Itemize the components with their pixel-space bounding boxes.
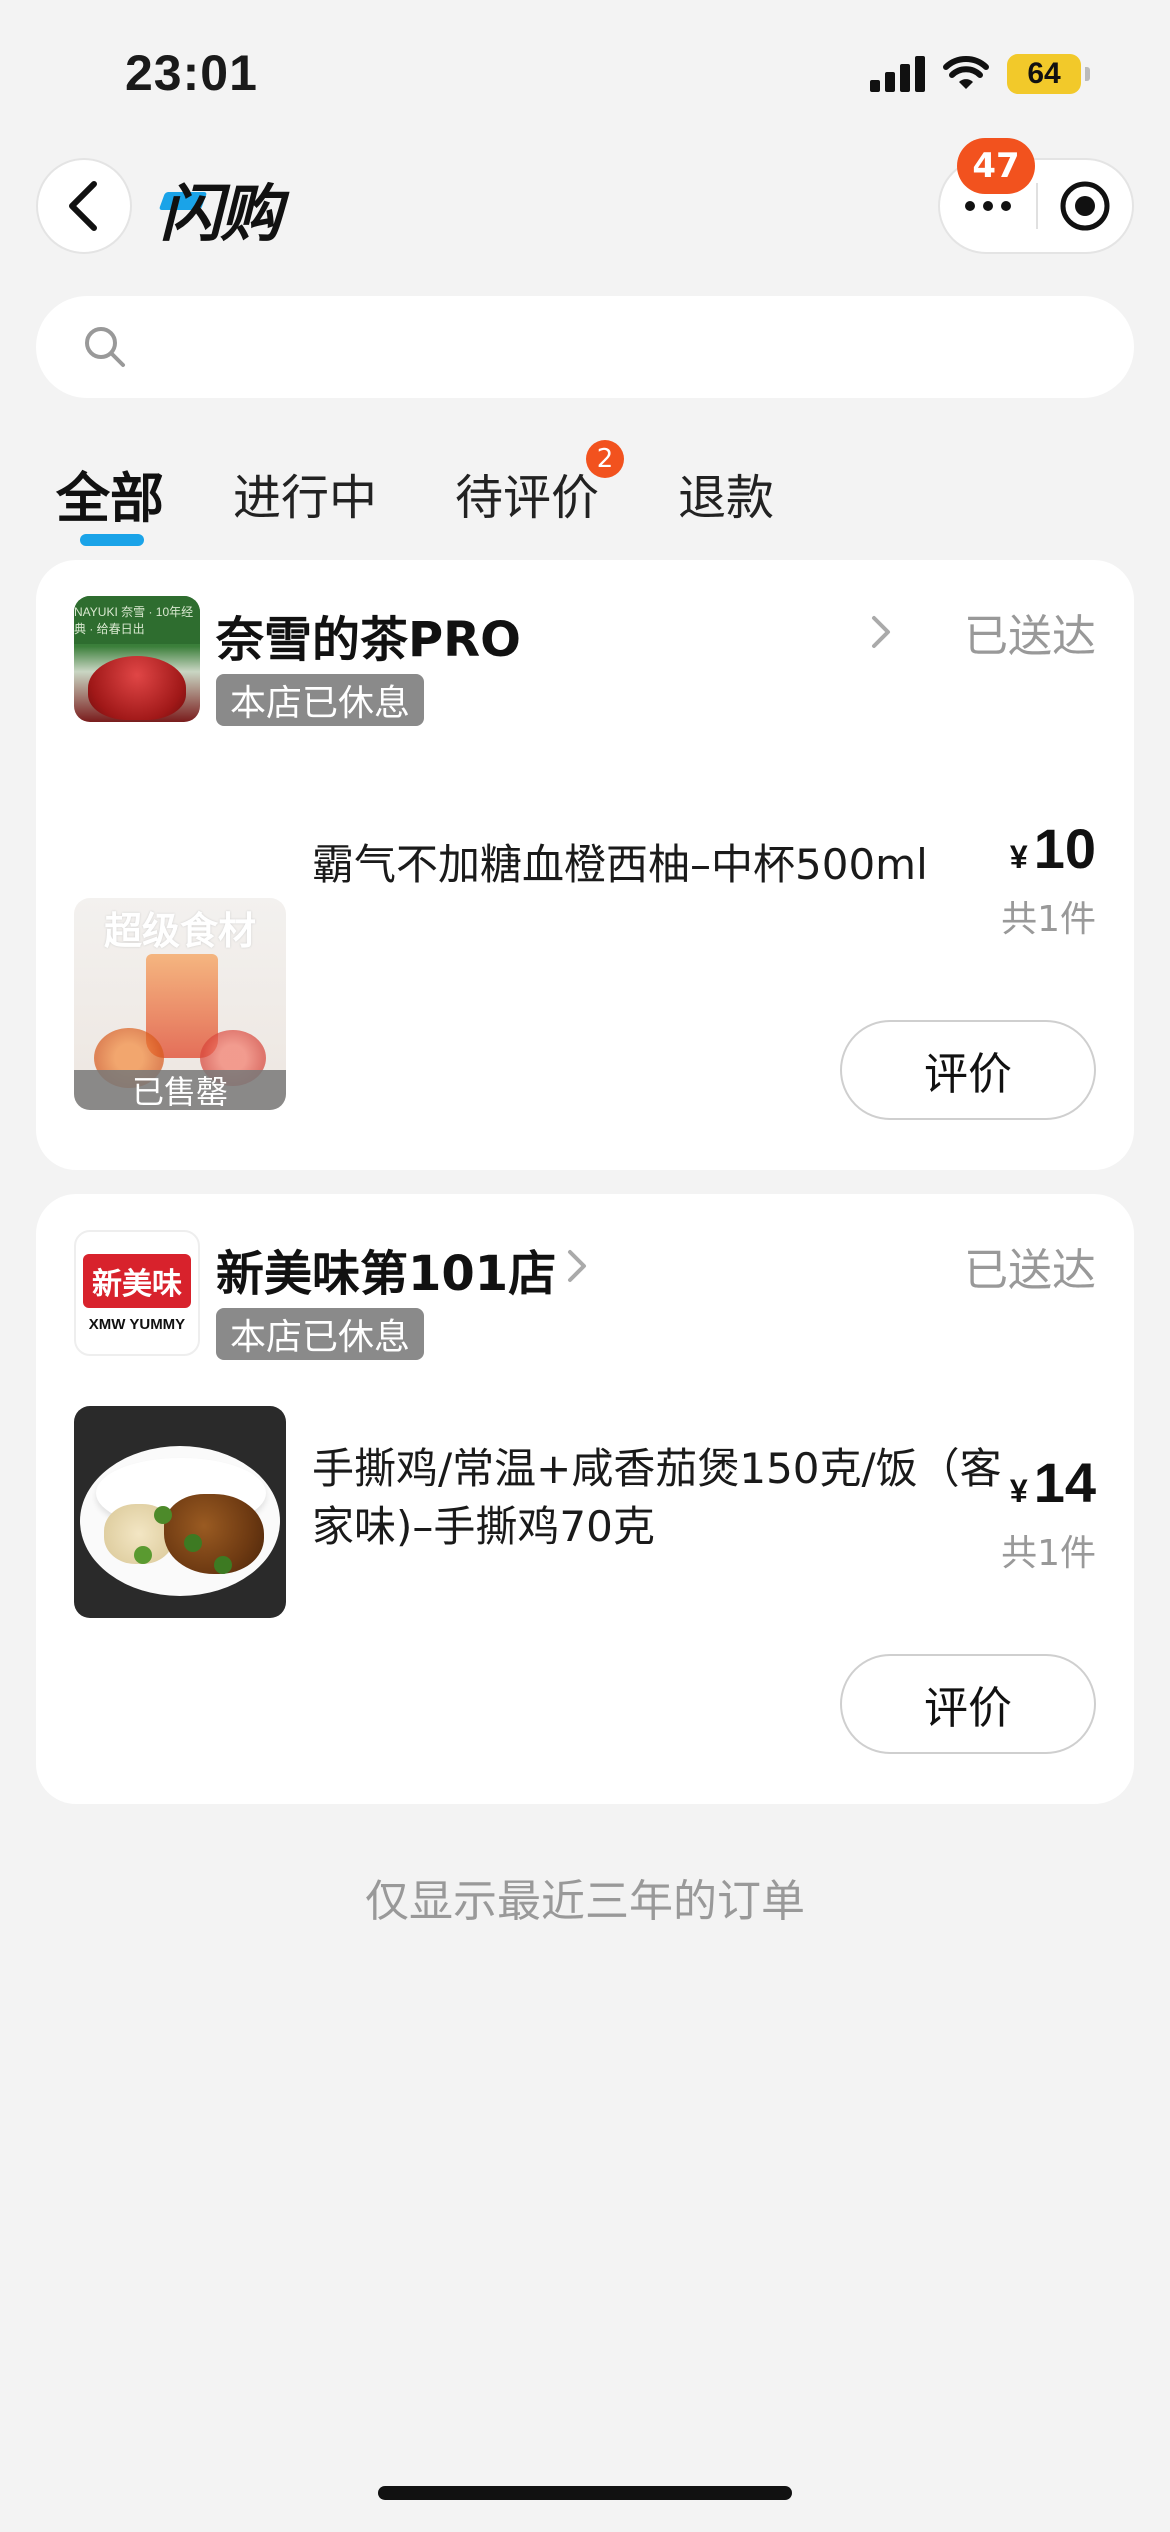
order-status: 已送达 (964, 1245, 1096, 1296)
footer-note: 仅显示最近三年的订单 (365, 1876, 805, 1927)
tab-in-progress[interactable]: 进行中 (233, 458, 377, 528)
price-value: 10 (1033, 817, 1096, 880)
chevron-left-icon (69, 181, 97, 231)
product-name[interactable]: 霸气不加糖血橙西柚–中杯500ml (312, 836, 1012, 894)
tab-all[interactable]: 全部 (56, 454, 164, 533)
item-count: 共1件 (1001, 899, 1096, 940)
order-price: ¥14 (1010, 1450, 1096, 1515)
status-icons: 64 (870, 54, 1090, 94)
notification-badge: 47 (957, 138, 1035, 194)
order-card[interactable]: 新美味 XMW YUMMY 新美味第101店 已送达 本店已休息 手撕鸡/常温+… (36, 1194, 1134, 1804)
shop-logo-text: NAYUKI 奈雪 · 10年经典 · 给春日出 (74, 596, 200, 644)
active-tab-indicator (80, 534, 144, 546)
wifi-icon (943, 56, 989, 89)
home-indicator (378, 2486, 792, 2500)
tab-pending-review[interactable]: 待评价 (455, 458, 599, 528)
search-icon (85, 327, 125, 367)
search-input[interactable] (36, 296, 1134, 398)
shop-closed-badge: 本店已休息 (216, 674, 425, 726)
shop-logo[interactable]: 新美味 XMW YUMMY (74, 1230, 200, 1356)
signal-icon (870, 56, 925, 92)
shop-closed-badge: 本店已休息 (216, 1308, 425, 1360)
status-time: 23:01 (125, 45, 258, 101)
chevron-right-icon[interactable] (562, 1246, 592, 1286)
brand-logo: 闪购 (158, 168, 282, 250)
pending-review-badge: 2 (586, 440, 624, 478)
shop-name[interactable]: 奈雪的茶PRO (216, 600, 521, 670)
product-image[interactable] (74, 1406, 286, 1618)
order-price: ¥10 (1010, 816, 1096, 881)
shop-logo-sub: XMW YUMMY (88, 1315, 186, 1333)
tab-refund[interactable]: 退款 (678, 458, 774, 528)
shop-logo-mark: 新美味 (83, 1253, 191, 1308)
battery-icon: 64 (1007, 54, 1081, 94)
price-value: 14 (1033, 1451, 1096, 1514)
brand-name: 闪购 (160, 177, 282, 250)
product-name[interactable]: 手撕鸡/常温+咸香茄煲150克/饭（客家味)–手撕鸡70克 (312, 1440, 1012, 1556)
currency-symbol: ¥ (1009, 839, 1028, 875)
currency-symbol: ¥ (1009, 1473, 1028, 1509)
product-image-caption: 超级食材 (103, 909, 256, 953)
order-tabs: 全部 进行中 待评价 退款 (0, 430, 1170, 550)
target-icon (1060, 181, 1110, 231)
battery-cap (1085, 67, 1090, 81)
back-button[interactable] (36, 158, 132, 254)
shop-name[interactable]: 新美味第101店 (216, 1234, 556, 1304)
soldout-label: 已售罄 (74, 1070, 286, 1110)
close-mini-program-button[interactable] (1038, 160, 1132, 252)
chevron-right-icon[interactable] (866, 612, 896, 652)
product-image[interactable]: 超级食材 已售罄 (74, 898, 286, 1110)
order-status: 已送达 (964, 611, 1096, 662)
order-card[interactable]: NAYUKI 奈雪 · 10年经典 · 给春日出 奈雪的茶PRO 已送达 本店已… (36, 560, 1134, 1170)
shop-logo[interactable]: NAYUKI 奈雪 · 10年经典 · 给春日出 (74, 596, 200, 722)
review-button[interactable]: 评价 (840, 1020, 1096, 1120)
item-count: 共1件 (1001, 1533, 1096, 1574)
shop-logo-fruit (88, 656, 186, 720)
review-button[interactable]: 评价 (840, 1654, 1096, 1754)
status-bar: 23:01 64 (0, 0, 1170, 150)
